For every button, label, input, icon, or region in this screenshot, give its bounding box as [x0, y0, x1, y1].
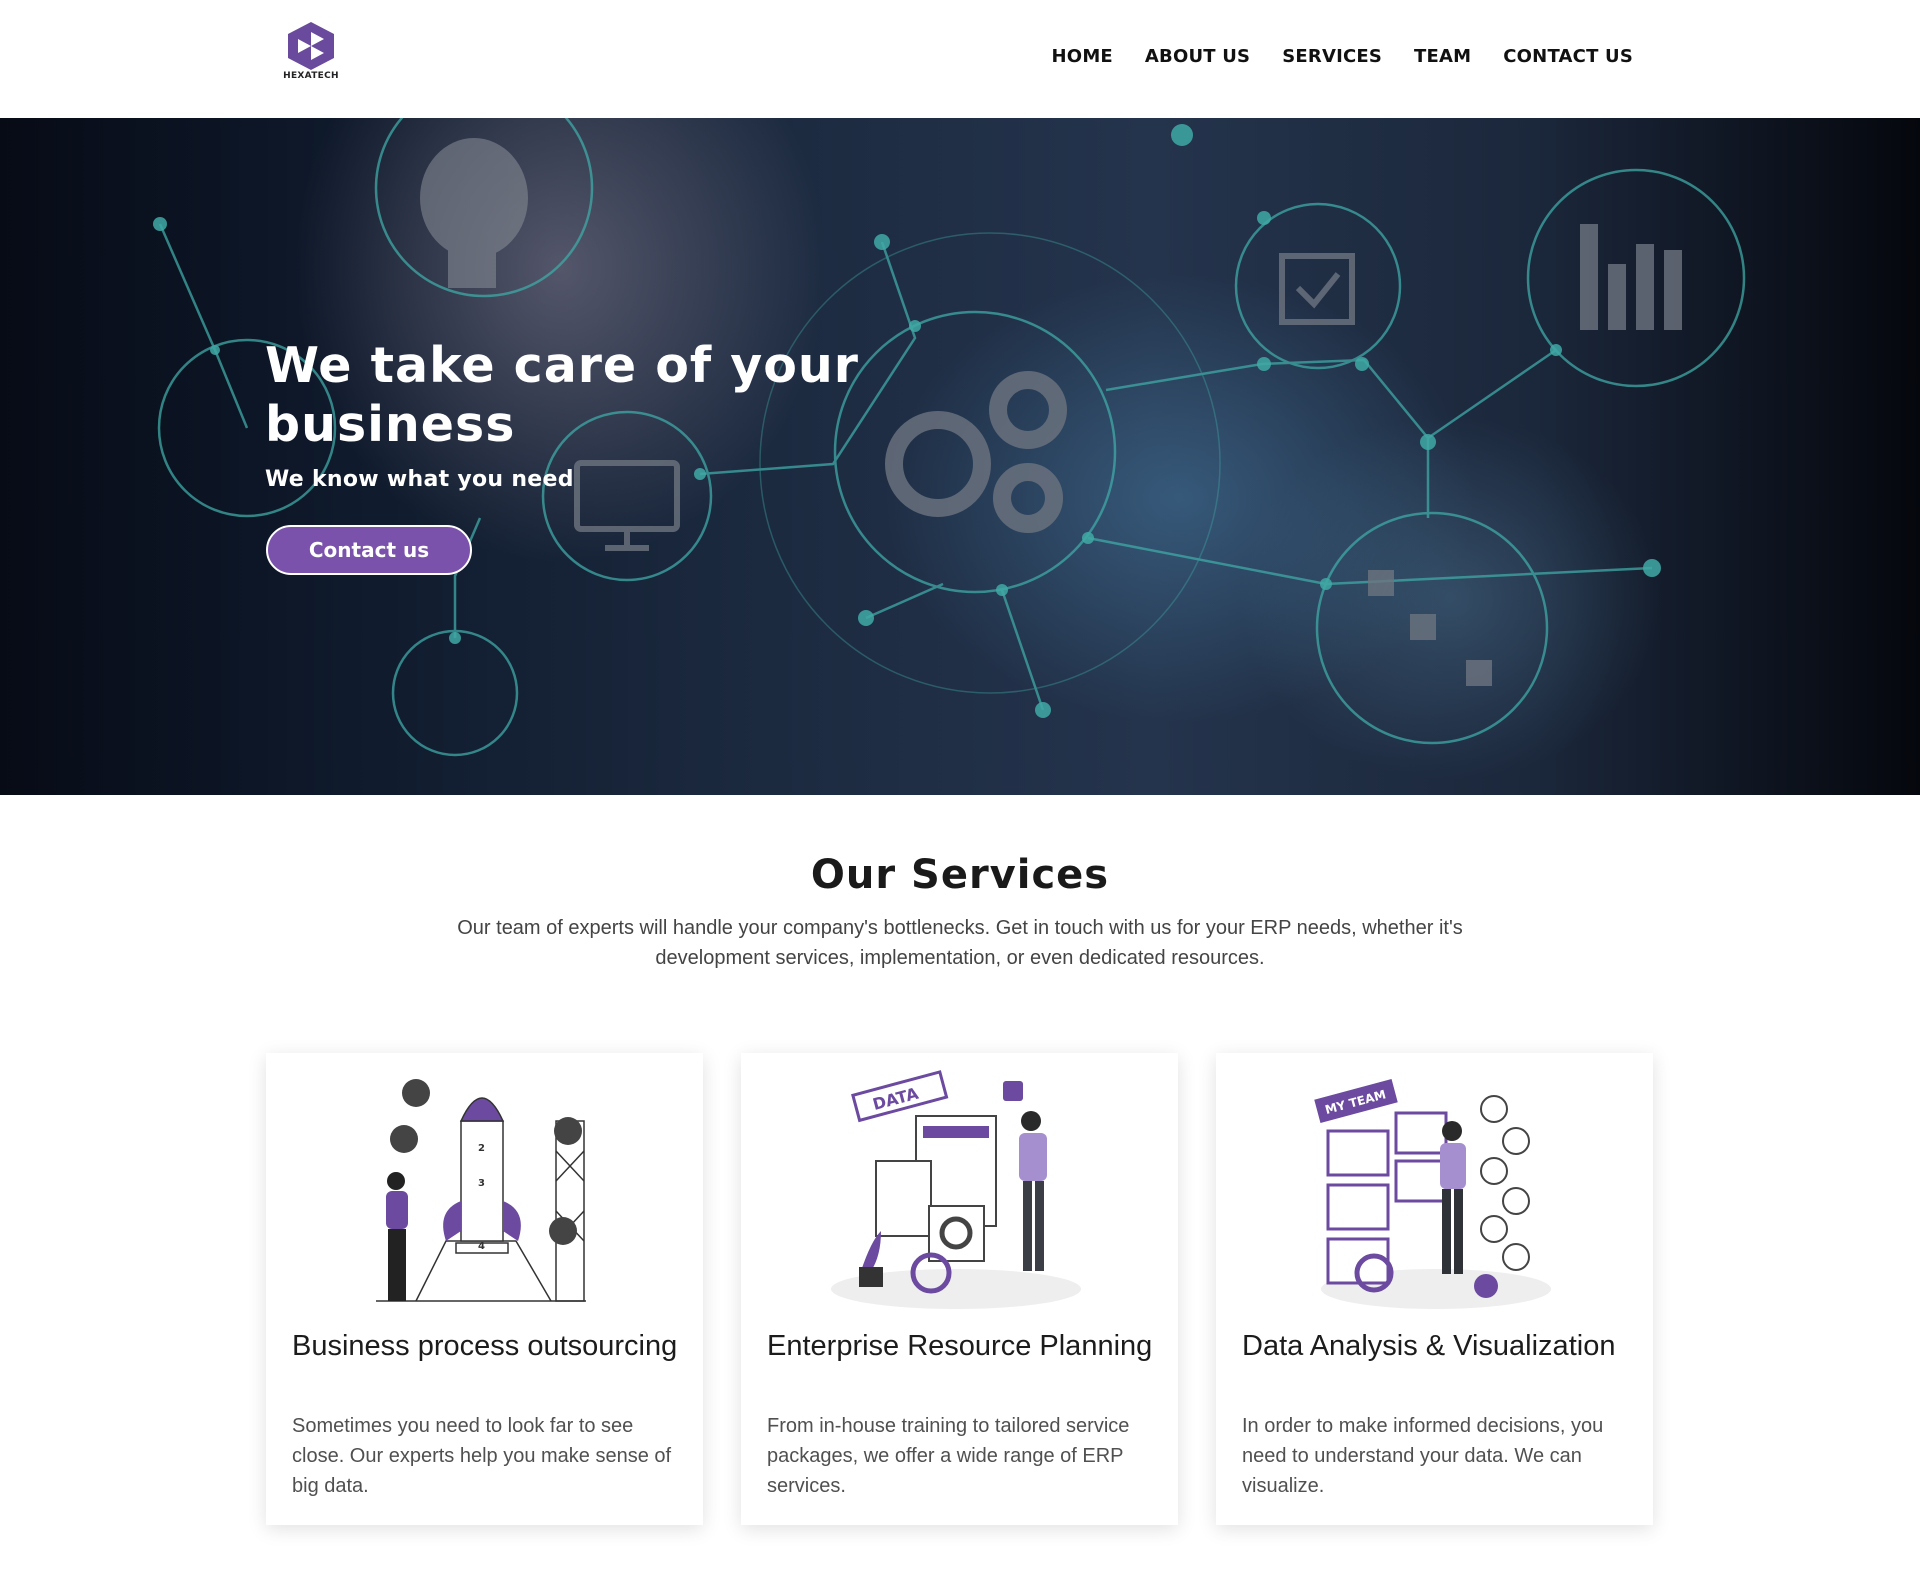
- card-title: Business process outsourcing: [292, 1330, 678, 1362]
- services-intro: Our team of experts will handle your com…: [457, 917, 1463, 969]
- tech-network-background-icon: [153, 118, 1746, 757]
- card-text: In order to make informed decisions, you…: [1242, 1415, 1604, 1497]
- site-header: HEXATECH HOME ABOUT US SERVICES TEAM CON…: [0, 0, 1920, 118]
- hexatech-logo[interactable]: HEXATECH: [278, 20, 344, 86]
- svg-text:4: 4: [478, 1241, 485, 1252]
- main-nav: HOME ABOUT US SERVICES TEAM CONTACT US: [1052, 46, 1633, 67]
- svg-text:2: 2: [478, 1143, 485, 1154]
- card-text: Sometimes you need to look far to see cl…: [292, 1415, 672, 1497]
- nav-home[interactable]: HOME: [1052, 46, 1113, 67]
- nav-team[interactable]: TEAM: [1414, 46, 1471, 67]
- card-title: Data Analysis & Visualization: [1242, 1330, 1616, 1362]
- card-title: Enterprise Resource Planning: [767, 1330, 1153, 1362]
- hexagon-logo-icon: [288, 22, 334, 70]
- nav-contact-us[interactable]: CONTACT US: [1503, 46, 1633, 67]
- contact-us-button[interactable]: Contact us: [266, 525, 472, 575]
- service-card-erp[interactable]: DATA Enterprise Resource Planning From i…: [741, 1053, 1178, 1525]
- data-dashboard-illustration-icon: DATA: [831, 1070, 1081, 1309]
- nav-services[interactable]: SERVICES: [1282, 46, 1382, 67]
- hero-title: We take care of your business: [265, 337, 859, 453]
- hero-subtitle: We know what you need: [265, 467, 574, 492]
- service-card-data-analysis[interactable]: MY TEAM Data Analysis & Visualization In…: [1216, 1053, 1653, 1525]
- services-heading: Our Services: [810, 852, 1110, 898]
- card-text: From in-house training to tailored servi…: [767, 1415, 1130, 1497]
- nav-about-us[interactable]: ABOUT US: [1145, 46, 1250, 67]
- logo-wordmark: HEXATECH: [283, 71, 339, 81]
- service-card-bpo[interactable]: 2 3 4 Business process outsourcing Sometim…: [266, 1053, 703, 1525]
- svg-text:3: 3: [478, 1178, 485, 1189]
- rocket-launch-illustration-icon: 2 3 4: [376, 1079, 586, 1302]
- hero-banner: We take care of your business We know wh…: [0, 118, 1920, 795]
- team-profiles-illustration-icon: MY TEAM: [1314, 1079, 1551, 1309]
